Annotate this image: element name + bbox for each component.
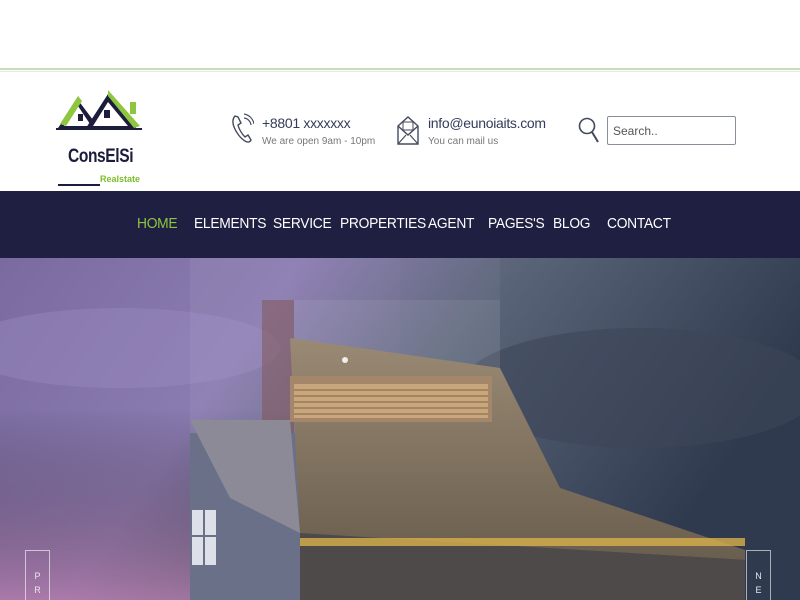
main-nav: HOME ELEMENTS SERVICE PROPERTIES AGENT P… [0, 191, 800, 258]
phone-icon [232, 113, 254, 143]
nav-item-agent[interactable]: AGENT [428, 215, 474, 232]
brand-tagline: Realstate [100, 174, 141, 184]
phone-number[interactable]: +8801 xxxxxxx [262, 115, 351, 131]
top-strip [0, 0, 800, 68]
site-header: ConsElSi Realstate +8801 xxxxxxx We are … [0, 72, 800, 191]
phone-hours: We are open 9am - 10pm [262, 136, 376, 147]
nav-item-contact[interactable]: CONTACT [607, 215, 671, 232]
house-logo-icon [56, 90, 142, 130]
nav-item-elements[interactable]: ELEMENTS [194, 215, 266, 232]
search-icon[interactable] [578, 116, 600, 144]
search-input[interactable] [607, 116, 736, 145]
brand-name: ConsElSi [68, 146, 134, 167]
nav-item-properties[interactable]: PROPERTIES [340, 215, 426, 232]
slider-prev-button[interactable]: PR [25, 550, 50, 600]
nav-item-service[interactable]: SERVICE [273, 215, 332, 232]
slider-next-button[interactable]: NE [746, 550, 771, 600]
brand-logo[interactable]: ConsElSi Realstate [56, 88, 146, 186]
logo-underline [58, 184, 100, 186]
nav-item-home[interactable]: HOME [137, 215, 178, 232]
mail-icon [397, 116, 419, 145]
email-note: You can mail us [428, 136, 499, 147]
email-address[interactable]: info@eunoiaits.com [428, 115, 546, 131]
hero-slider: PR NE [0, 258, 800, 600]
nav-item-blog[interactable]: BLOG [553, 215, 591, 232]
nav-item-pages[interactable]: PAGES'S [488, 215, 545, 232]
hero-image [0, 258, 800, 600]
